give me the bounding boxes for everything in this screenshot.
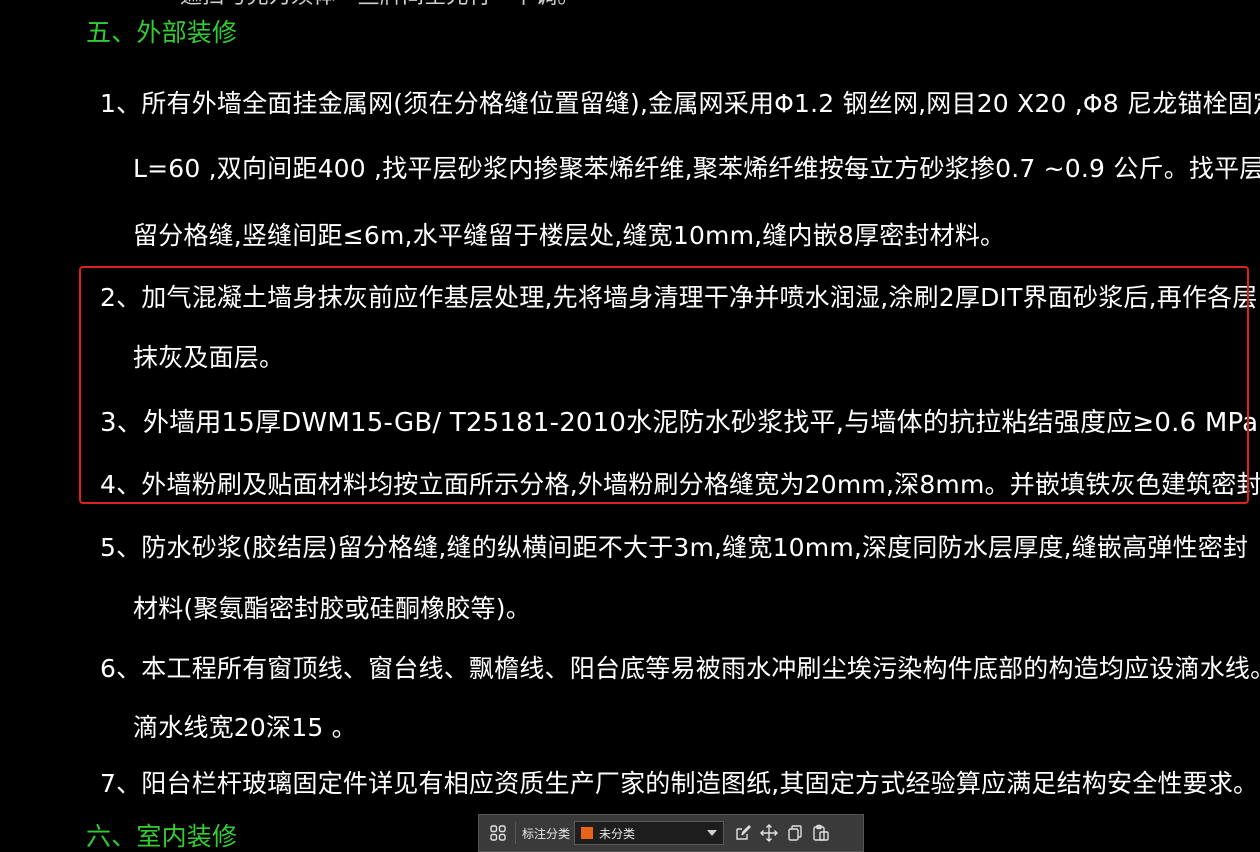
category-color-swatch xyxy=(581,827,594,839)
section-heading-interior: 六、室内装修 xyxy=(86,822,238,851)
copy-icon[interactable] xyxy=(782,820,808,846)
category-value: 未分类 xyxy=(599,826,636,841)
selection-highlight-box[interactable] xyxy=(79,266,1249,504)
item-6-line-2: 滴水线宽20深15 。 xyxy=(133,713,357,742)
cut-off-text: 遮挡与完为须体一些牌间全兄衬一下调。 xyxy=(180,0,580,12)
item-1-line-2: L=60 ,双向间距400 ,找平层砂浆内掺聚苯烯纤维,聚苯烯纤维按每立方砂浆掺… xyxy=(133,154,1260,183)
category-dropdown[interactable]: 未分类 xyxy=(574,821,725,845)
grid-icon[interactable] xyxy=(485,820,511,846)
annotation-toolbar: 标注分类 未分类 xyxy=(478,814,864,852)
category-label: 标注分类 xyxy=(522,826,571,841)
section-heading-exterior: 五、外部装修 xyxy=(86,18,238,47)
item-5-line-2: 材料(聚氨酯密封胶或硅酮橡胶等)。 xyxy=(133,594,531,623)
chevron-down-icon xyxy=(707,830,718,836)
item-1-line-1: 1、所有外墙全面挂金属网(须在分格缝位置留缝),金属网采用Φ1.2 钢丝网,网目… xyxy=(100,89,1260,118)
item-1-line-3: 留分格缝,竖缝间距≤6m,水平缝留于楼层处,缝宽10mm,缝内嵌8厚密封材料。 xyxy=(133,221,1006,250)
item-6-line-1: 6、本工程所有窗顶线、窗台线、飘檐线、阳台底等易被雨水冲刷尘埃污染构件底部的构造… xyxy=(100,654,1260,683)
edit-icon[interactable] xyxy=(730,820,756,846)
paste-icon[interactable] xyxy=(808,820,834,846)
drawing-canvas[interactable]: 遮挡与完为须体一些牌间全兄衬一下调。 五、外部装修 1、所有外墙全面挂金属网(须… xyxy=(0,0,1260,852)
move-icon[interactable] xyxy=(756,820,782,846)
item-7-line-1: 7、阳台栏杆玻璃固定件详见有相应资质生产厂家的制造图纸,其固定方式经验算应满足结… xyxy=(100,769,1259,798)
item-5-line-1: 5、防水砂浆(胶结层)留分格缝,缝的纵横间距不大于3m,缝宽10mm,深度同防水… xyxy=(100,533,1249,562)
toolbar-divider xyxy=(515,822,516,844)
